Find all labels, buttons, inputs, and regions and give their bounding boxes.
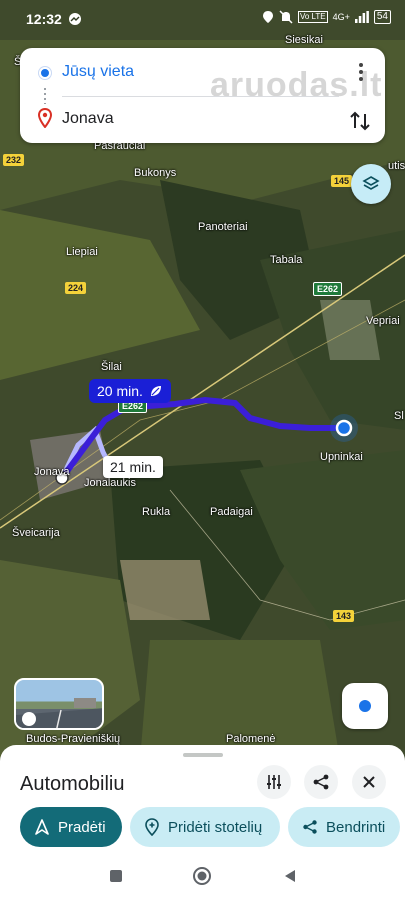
start-navigation-button[interactable]: Pradėti bbox=[20, 807, 122, 847]
location-pin-icon bbox=[38, 108, 52, 128]
road-shield: 224 bbox=[65, 282, 87, 294]
more-dot-icon bbox=[359, 70, 363, 74]
primary-route-time[interactable]: 20 min. bbox=[89, 379, 171, 403]
map-label: Tabala bbox=[270, 254, 303, 266]
more-dot-icon bbox=[359, 77, 363, 81]
location-status-icon bbox=[262, 11, 273, 23]
status-time: 12:32 bbox=[26, 11, 62, 27]
primary-route-time-text: 20 min. bbox=[97, 383, 143, 399]
action-buttons: Pradėti Pridėti stotelių Bendrinti bbox=[0, 807, 405, 849]
tune-icon bbox=[267, 775, 281, 789]
close-icon bbox=[363, 776, 375, 788]
map-label: Upninkai bbox=[320, 451, 363, 463]
origin-dot-icon bbox=[39, 67, 51, 79]
battery-indicator: 54 bbox=[373, 10, 391, 24]
swap-vertical-icon bbox=[350, 111, 370, 131]
signal-label: 4G+ bbox=[332, 12, 350, 22]
share-icon bbox=[303, 820, 317, 834]
share-route-button[interactable] bbox=[304, 765, 338, 799]
my-location-button[interactable] bbox=[342, 683, 388, 729]
map-label: Liepiai bbox=[66, 246, 98, 258]
travel-mode-title: Automobiliu bbox=[20, 773, 125, 795]
layers-icon bbox=[362, 176, 380, 190]
signal-bars-icon bbox=[354, 11, 369, 23]
map-label: Bukonys bbox=[134, 167, 177, 179]
map-label: Jonava bbox=[34, 466, 70, 478]
volte-badge: Vo LTE bbox=[297, 11, 328, 23]
recents-icon[interactable] bbox=[108, 868, 124, 884]
navigation-arrow-icon bbox=[35, 819, 49, 835]
my-location-icon bbox=[359, 700, 371, 712]
map-label: Jonalaukis bbox=[84, 477, 136, 489]
messenger-icon bbox=[69, 13, 81, 25]
close-button[interactable] bbox=[352, 765, 386, 799]
map-label: Šilai bbox=[101, 361, 122, 373]
map-label: Vepriai bbox=[366, 315, 400, 327]
alternative-route-time[interactable]: 21 min. bbox=[103, 456, 163, 478]
road-shield: E262 bbox=[313, 282, 343, 296]
start-label: Pradėti bbox=[58, 818, 106, 836]
swap-button[interactable] bbox=[347, 108, 373, 134]
home-icon[interactable] bbox=[192, 866, 212, 886]
drag-handle[interactable] bbox=[183, 753, 223, 757]
map-label: Panoteriai bbox=[198, 221, 248, 233]
map-label: Palomenė bbox=[226, 733, 276, 745]
share-button[interactable]: Bendrinti bbox=[288, 807, 400, 847]
route-options-button[interactable] bbox=[257, 765, 291, 799]
share-label: Bendrinti bbox=[326, 818, 386, 836]
map-label: utis bbox=[388, 160, 405, 172]
road-shield: 143 bbox=[333, 610, 355, 622]
map-label: Šveicarija bbox=[12, 527, 60, 539]
more-dot-icon bbox=[359, 63, 363, 67]
map-label: Sl bbox=[394, 410, 404, 422]
back-icon[interactable] bbox=[282, 868, 298, 884]
map-label: Budos-Pravieniškių bbox=[26, 733, 121, 745]
add-stops-label: Pridėti stotelių bbox=[168, 818, 263, 836]
eco-leaf-icon bbox=[150, 386, 161, 396]
road-shield: 145 bbox=[331, 175, 353, 187]
layers-button[interactable] bbox=[351, 164, 391, 204]
road-shield: 232 bbox=[3, 154, 25, 166]
add-stops-button[interactable]: Pridėti stotelių bbox=[130, 807, 280, 847]
status-icons: Vo LTE 4G+ 54 bbox=[262, 10, 391, 24]
share-icon bbox=[313, 774, 329, 790]
add-location-icon bbox=[145, 818, 159, 836]
status-bar: 12:32 Vo LTE 4G+ 54 bbox=[0, 0, 405, 40]
map-label: Padaigai bbox=[210, 506, 253, 518]
system-navigation-bar bbox=[0, 852, 405, 900]
more-options-button[interactable] bbox=[351, 60, 371, 86]
map-label: Rukla bbox=[142, 506, 171, 518]
route-card: aruodas.lt Jūsų vieta Jonava bbox=[20, 48, 385, 143]
destination-row[interactable]: Jonava bbox=[20, 97, 385, 141]
street-view-thumbnail[interactable] bbox=[14, 678, 104, 730]
destination-field[interactable]: Jonava bbox=[62, 110, 114, 128]
origin-row[interactable]: Jūsų vieta bbox=[20, 50, 385, 94]
rotate-360-icon bbox=[22, 712, 36, 726]
mute-icon bbox=[279, 10, 293, 24]
origin-field[interactable]: Jūsų vieta bbox=[62, 63, 134, 81]
alternative-route-time-text: 21 min. bbox=[110, 459, 156, 475]
current-location-dot bbox=[335, 419, 353, 437]
